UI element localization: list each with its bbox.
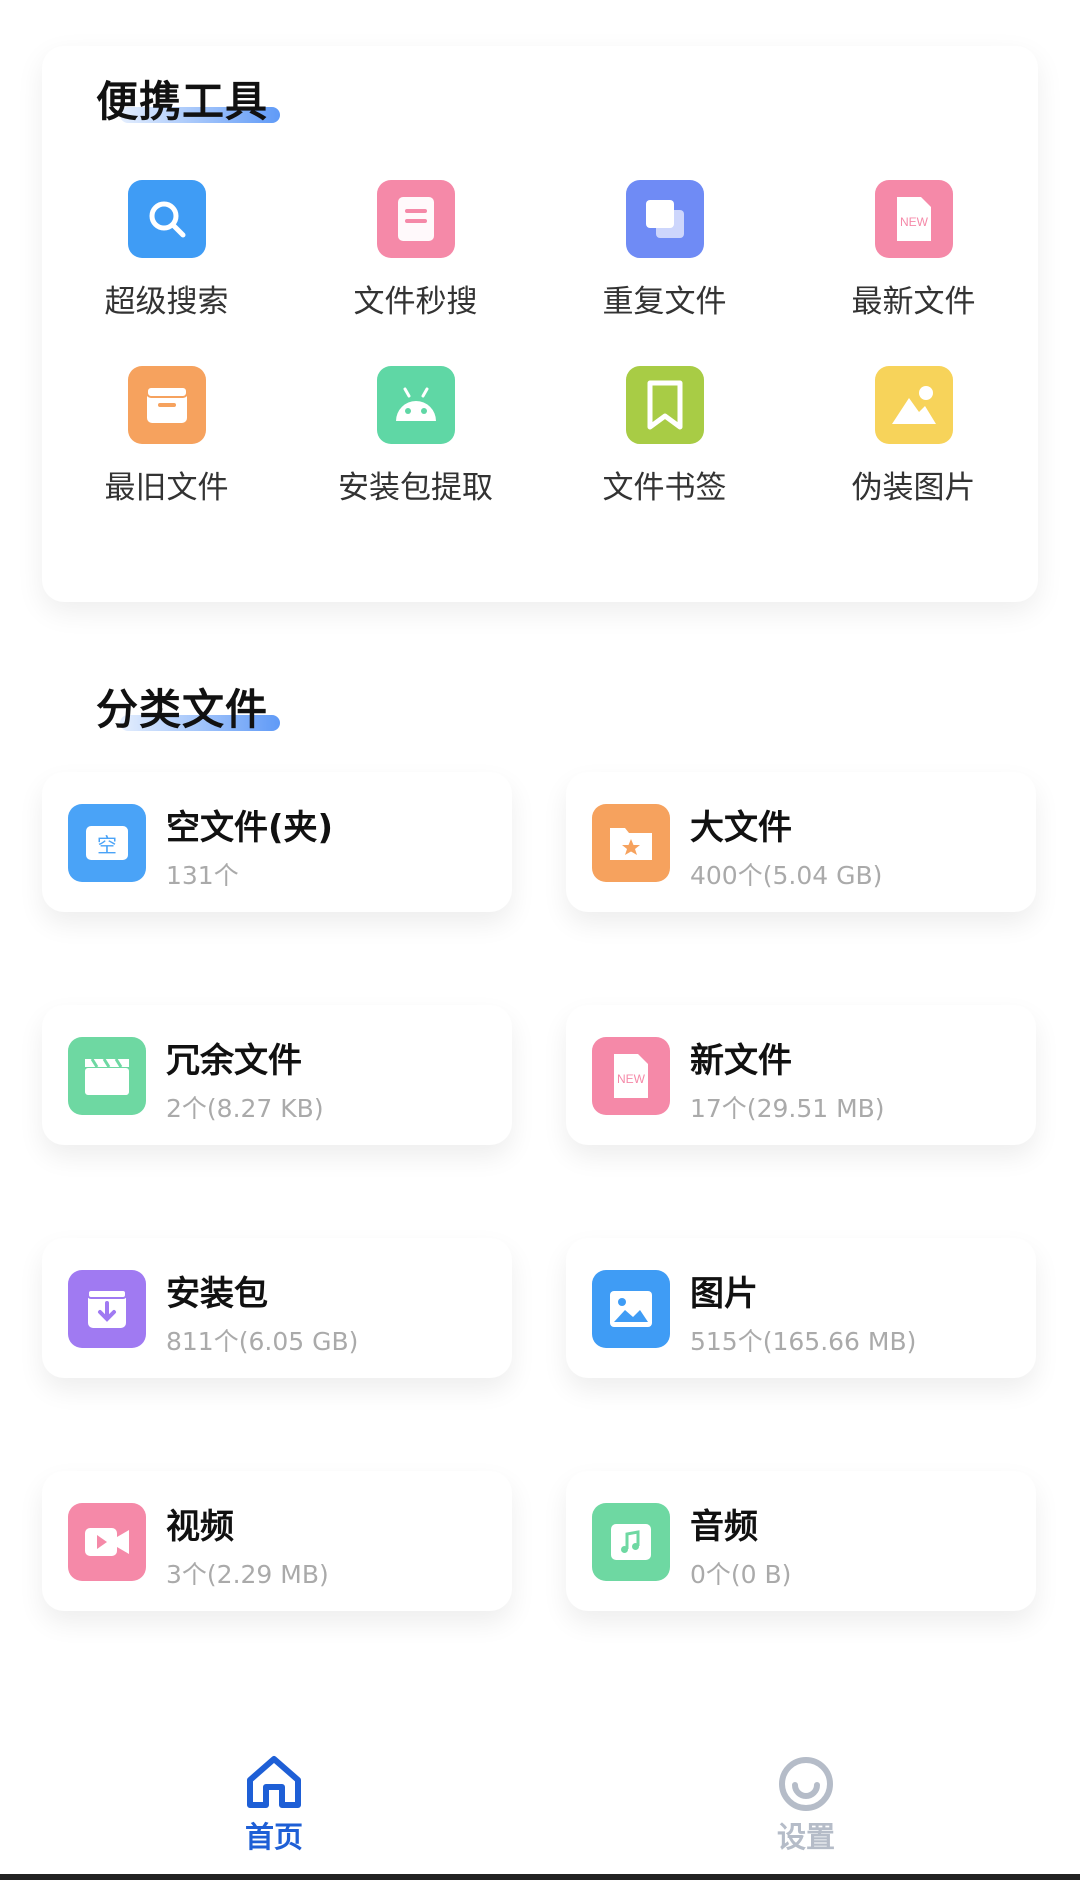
android-icon <box>376 366 455 444</box>
category-pictures[interactable]: 图片 515个(165.66 MB) <box>566 1238 1036 1378</box>
categories-section-title: 分类文件 <box>96 676 281 737</box>
empty-folder-icon: 空 <box>68 804 146 882</box>
tool-super-search[interactable]: 超级搜索 <box>42 180 291 340</box>
video-icon <box>68 1503 146 1581</box>
category-meta: 400个(5.04 GB) <box>690 861 883 890</box>
package-download-icon <box>68 1270 146 1348</box>
category-name: 安装包 <box>166 1274 268 1314</box>
tool-duplicate-files[interactable]: 重复文件 <box>540 180 789 340</box>
category-meta: 0个(0 B) <box>690 1560 792 1589</box>
page: 便携工具 超级搜索 文件秒搜 重复文件 NEW 最新文件 最旧文件 安装包提取 … <box>0 0 1080 1880</box>
category-large-files[interactable]: 大文件 400个(5.04 GB) <box>566 772 1036 912</box>
tool-quick-search[interactable]: 文件秒搜 <box>291 180 540 340</box>
svg-text:空: 空 <box>97 833 117 857</box>
archive-box-icon <box>127 366 206 444</box>
system-gesture-bar <box>0 1874 1080 1880</box>
document-icon <box>376 180 455 258</box>
bottom-nav: 首页 设置 <box>0 1720 1080 1880</box>
tool-newest-files[interactable]: NEW 最新文件 <box>789 180 1038 340</box>
new-file-icon: NEW <box>592 1037 670 1115</box>
nav-settings[interactable]: 设置 <box>706 1754 906 1874</box>
tool-label: 安装包提取 <box>338 470 493 506</box>
category-name: 新文件 <box>690 1041 792 1081</box>
tool-label: 超级搜索 <box>104 284 229 320</box>
nav-home-label: 首页 <box>244 1820 303 1854</box>
category-empty-folders[interactable]: 空 空文件(夹) 131个 <box>42 772 512 912</box>
tools-section-title: 便携工具 <box>96 68 281 129</box>
tool-label: 文件秒搜 <box>353 284 478 320</box>
category-name: 视频 <box>166 1507 234 1547</box>
category-name: 大文件 <box>690 808 792 848</box>
star-folder-icon <box>592 804 670 882</box>
category-name: 图片 <box>690 1274 758 1314</box>
category-meta: 17个(29.51 MB) <box>690 1094 885 1123</box>
tool-label: 重复文件 <box>602 284 727 320</box>
category-redundant-files[interactable]: 冗余文件 2个(8.27 KB) <box>42 1005 512 1145</box>
tool-label: 最旧文件 <box>104 470 229 506</box>
tool-label: 文件书签 <box>602 470 727 506</box>
category-name: 冗余文件 <box>166 1041 302 1081</box>
tool-label: 最新文件 <box>851 284 976 320</box>
category-new-files[interactable]: NEW 新文件 17个(29.51 MB) <box>566 1005 1036 1145</box>
category-packages[interactable]: 安装包 811个(6.05 GB) <box>42 1238 512 1378</box>
clapboard-icon <box>68 1037 146 1115</box>
new-file-icon: NEW <box>874 180 953 258</box>
category-meta: 131个 <box>166 861 239 890</box>
tools-card: 便携工具 超级搜索 文件秒搜 重复文件 NEW 最新文件 最旧文件 安装包提取 … <box>42 46 1038 602</box>
music-icon <box>592 1503 670 1581</box>
home-icon <box>247 1756 301 1808</box>
category-videos[interactable]: 视频 3个(2.29 MB) <box>42 1471 512 1611</box>
tool-label: 伪装图片 <box>851 470 976 506</box>
picture-icon <box>592 1270 670 1348</box>
svg-text:NEW: NEW <box>900 215 929 229</box>
nav-home[interactable]: 首页 <box>174 1754 374 1874</box>
tool-oldest-files[interactable]: 最旧文件 <box>42 366 291 526</box>
image-icon <box>874 366 953 444</box>
category-meta: 2个(8.27 KB) <box>166 1094 324 1123</box>
bookmark-icon <box>625 366 704 444</box>
search-icon <box>127 180 206 258</box>
duplicate-icon <box>625 180 704 258</box>
category-meta: 515个(165.66 MB) <box>690 1327 917 1356</box>
category-meta: 3个(2.29 MB) <box>166 1560 329 1589</box>
nav-settings-label: 设置 <box>776 1820 835 1854</box>
category-audio[interactable]: 音频 0个(0 B) <box>566 1471 1036 1611</box>
tool-file-bookmarks[interactable]: 文件书签 <box>540 366 789 526</box>
category-name: 空文件(夹) <box>166 808 334 848</box>
tool-apk-extract[interactable]: 安装包提取 <box>291 366 540 526</box>
smile-icon <box>779 1757 833 1811</box>
tools-grid: 超级搜索 文件秒搜 重复文件 NEW 最新文件 最旧文件 安装包提取 文件书签 … <box>42 46 1038 602</box>
svg-text:NEW: NEW <box>617 1072 646 1086</box>
category-meta: 811个(6.05 GB) <box>166 1327 359 1356</box>
category-name: 音频 <box>690 1507 758 1547</box>
tool-disguise-image[interactable]: 伪装图片 <box>789 366 1038 526</box>
